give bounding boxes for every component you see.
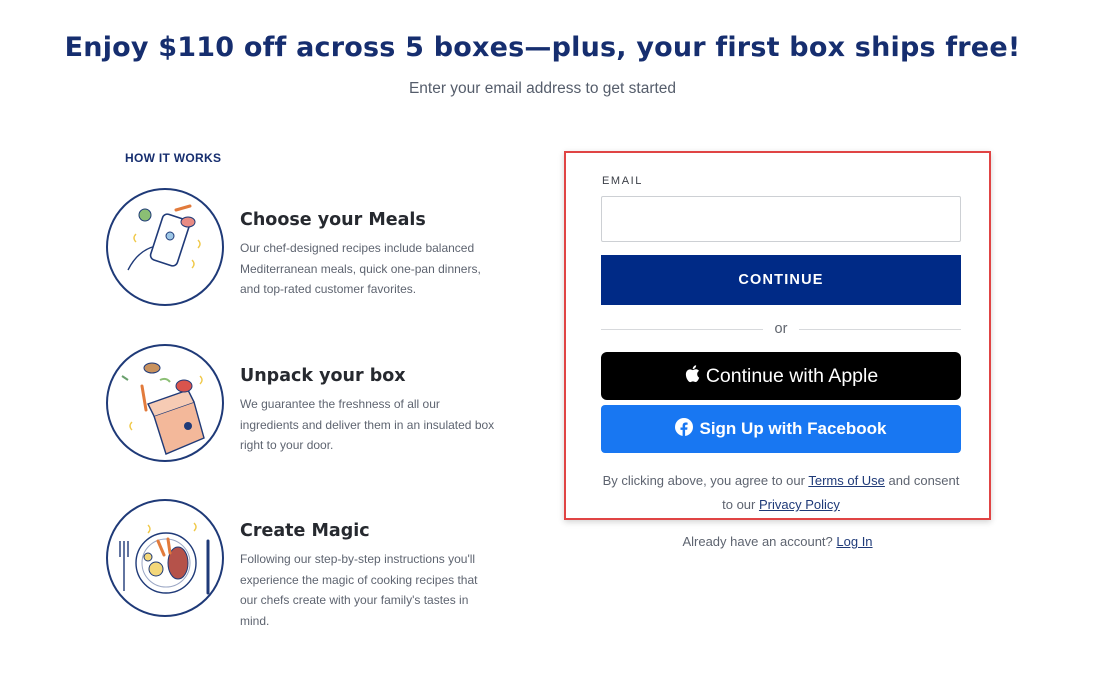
divider-line — [799, 328, 961, 330]
how-it-works-step-meals: Choose your Meals Our chef-designed reci… — [106, 188, 506, 313]
legal-notice: By clicking above, you agree to our Term… — [601, 469, 961, 517]
divider-line — [601, 328, 763, 330]
continue-button[interactable]: CONTINUE — [601, 255, 961, 305]
step-description: Following our step-by-step instructions … — [240, 552, 478, 628]
step-description: Our chef-designed recipes include balanc… — [240, 241, 481, 296]
continue-button-label: CONTINUE — [738, 272, 824, 288]
facebook-icon — [675, 417, 694, 441]
facebook-button-label: Sign Up with Facebook — [699, 419, 887, 438]
page-title: Enjoy $110 off across 5 boxes—plus, your… — [64, 32, 1021, 63]
signup-page: Enjoy $110 off across 5 boxes—plus, your… — [0, 0, 1101, 683]
step-description: We guarantee the freshness of all our in… — [240, 397, 495, 452]
or-text: or — [774, 321, 788, 337]
apple-icon — [684, 364, 700, 389]
phone-recipes-illustration-icon — [106, 188, 224, 306]
email-label: EMAIL — [602, 175, 644, 187]
delivery-box-illustration-icon — [106, 344, 224, 462]
page-subtitle: Enter your email address to get started — [408, 80, 677, 97]
how-it-works-step-unpack: Unpack your box We guarantee the freshne… — [106, 344, 506, 469]
login-prompt-text: Already have an account? — [682, 534, 837, 549]
login-prompt: Already have an account? Log In — [564, 534, 991, 549]
continue-with-apple-button[interactable]: Continue with Apple — [601, 352, 961, 400]
apple-button-label: Continue with Apple — [705, 364, 879, 387]
email-input[interactable] — [601, 196, 961, 242]
legal-text: By clicking above, you agree to our — [602, 473, 809, 488]
or-divider: or — [601, 319, 961, 339]
step-title: Choose your Meals — [240, 210, 426, 230]
step-title: Unpack your box — [240, 366, 406, 386]
signup-card: EMAIL CONTINUE or Continue with Apple Si… — [564, 151, 991, 520]
privacy-policy-link[interactable]: Privacy Policy — [759, 497, 840, 512]
step-title: Create Magic — [240, 521, 370, 541]
how-it-works-heading: HOW IT WORKS — [125, 151, 222, 165]
terms-of-use-link[interactable]: Terms of Use — [808, 473, 885, 488]
sign-up-with-facebook-button[interactable]: Sign Up with Facebook — [601, 405, 961, 453]
plated-meal-illustration-icon — [106, 499, 224, 617]
how-it-works-step-create: Create Magic Following our step-by-step … — [106, 499, 506, 628]
log-in-link[interactable]: Log In — [836, 534, 872, 549]
